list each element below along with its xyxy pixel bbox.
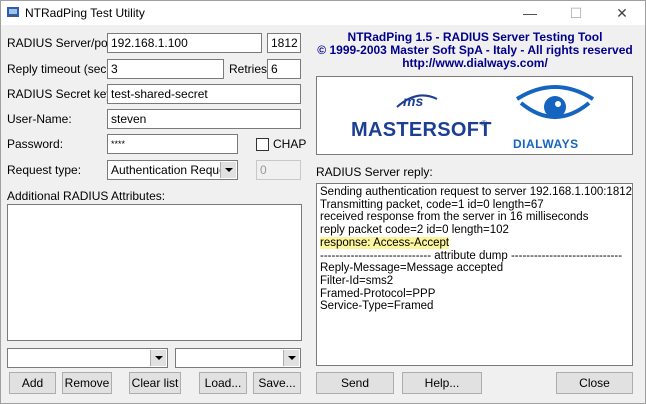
app-header-info: NTRadPing 1.5 - RADIUS Server Testing To…	[317, 31, 633, 70]
send-button[interactable]: Send	[316, 372, 394, 394]
reply-output[interactable]: Sending authentication request to server…	[316, 183, 633, 366]
attributes-list[interactable]	[7, 204, 302, 341]
chevron-down-icon	[150, 350, 166, 366]
registered-mark: ®	[481, 119, 487, 128]
request-type-value: Authentication Request	[111, 163, 236, 177]
reply-line: Reply-Message=Message accepted	[320, 262, 504, 275]
help-button[interactable]: Help...	[402, 372, 482, 394]
close-icon: ✕	[616, 5, 628, 21]
response-status: response: Access-Accept	[320, 236, 450, 249]
request-number-input: 0	[256, 160, 301, 180]
save-button[interactable]: Save...	[253, 372, 301, 394]
username-input[interactable]: steven	[107, 109, 301, 129]
request-type-select[interactable]: Authentication Request	[107, 160, 238, 180]
reply-label: RADIUS Server reply:	[316, 165, 433, 179]
server-address-input[interactable]: 192.168.1.100	[107, 33, 262, 53]
chevron-down-icon	[283, 350, 299, 366]
remove-button[interactable]: Remove	[62, 372, 112, 394]
window-title: NTRadPing Test Utility	[25, 6, 145, 20]
chap-checkbox[interactable]	[256, 138, 269, 151]
password-input[interactable]: ****	[107, 134, 238, 154]
attributes-label: Additional RADIUS Attributes:	[7, 189, 166, 203]
reply-line: received response from the server in 16 …	[320, 211, 589, 224]
reply-line: Framed-Protocol=PPP	[320, 287, 436, 300]
reply-line: Transmitting packet, code=1 id=0 length=…	[320, 198, 544, 211]
reply-line: Sending authentication request to server…	[320, 186, 633, 198]
app-window: NTRadPing Test Utility — ☐ ✕ RADIUS Serv…	[0, 0, 646, 404]
mastersoft-text: MASTERSOFT	[351, 119, 492, 141]
server-port-label: RADIUS Server/port:	[7, 36, 119, 50]
title-bar[interactable]: NTRadPing Test Utility — ☐ ✕	[1, 1, 645, 25]
secret-key-input[interactable]: test-shared-secret	[107, 84, 301, 104]
reply-line-highlighted: response: Access-Accept	[320, 236, 632, 250]
retries-label: Retries:	[229, 62, 271, 76]
mastersoft-logo: ms MASTERSOFT ®	[347, 85, 491, 151]
reply-timeout-input[interactable]: 3	[107, 59, 224, 79]
app-icon	[7, 7, 19, 17]
add-button[interactable]: Add	[9, 372, 56, 394]
load-button[interactable]: Load...	[199, 372, 247, 394]
server-port-input[interactable]: 1812	[267, 33, 301, 53]
ms-mark: ms	[403, 93, 424, 109]
maximize-icon: ☐	[569, 5, 583, 21]
reply-line: Service-Type=Framed	[320, 300, 434, 313]
header-url[interactable]: http://www.dialways.com/	[317, 57, 633, 70]
dialways-logo: DIALWAYS	[503, 81, 613, 153]
reply-line: Filter-Id=sms2	[320, 274, 394, 287]
maximize-button[interactable]: ☐	[553, 1, 599, 25]
minimize-icon: —	[523, 5, 537, 21]
username-label: User-Name:	[7, 112, 72, 126]
request-type-label: Request type:	[7, 163, 82, 177]
dialways-text: DIALWAYS	[513, 137, 579, 151]
close-window-button[interactable]: ✕	[599, 1, 645, 25]
password-label: Password:	[7, 137, 64, 151]
clear-list-button[interactable]: Clear list	[129, 372, 181, 394]
logo-panel: ms MASTERSOFT ® DIALWAYS	[316, 76, 633, 155]
secret-key-label: RADIUS Secret key:	[7, 87, 116, 101]
eye-icon	[515, 85, 595, 119]
close-button[interactable]: Close	[556, 372, 633, 394]
reply-timeout-label: Reply timeout (sec.):	[7, 62, 118, 76]
retries-input[interactable]: 6	[267, 59, 301, 79]
chap-label: CHAP	[273, 137, 307, 151]
attribute-name-select[interactable]	[7, 348, 168, 368]
attribute-value-select[interactable]	[175, 348, 301, 368]
reply-line: reply packet code=2 id=0 length=102	[320, 224, 509, 237]
reply-line: ----------------------------- attribute …	[320, 249, 623, 262]
minimize-button[interactable]: —	[507, 1, 553, 25]
chevron-down-icon	[220, 162, 236, 178]
